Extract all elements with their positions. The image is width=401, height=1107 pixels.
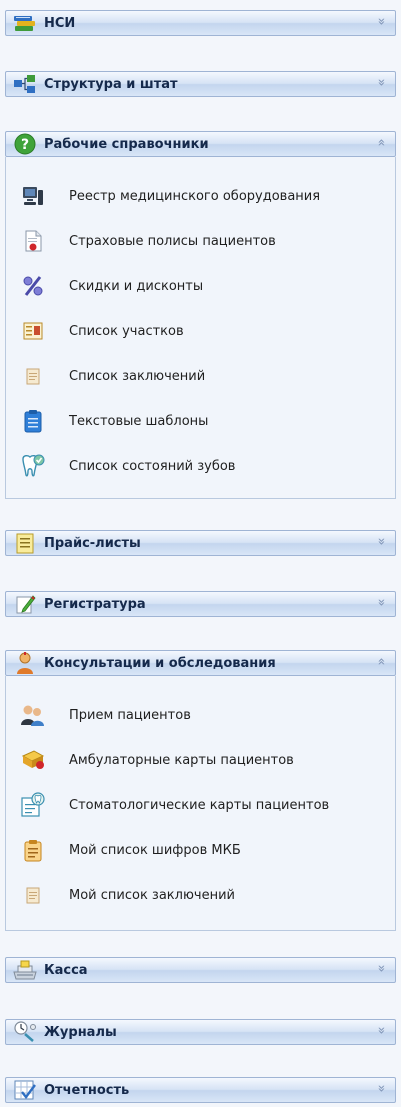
navigation-bar: НСИ » Структура и штат » ? Рабочие справ…: [0, 0, 401, 1107]
patient-card-icon: [20, 747, 46, 773]
insurance-document-icon: [20, 228, 46, 254]
group-title: Отчетность: [44, 1082, 130, 1098]
price-list-icon: [12, 532, 38, 554]
group-header-price-lists[interactable]: Прайс-листы »: [5, 530, 396, 556]
list-item-text-templates[interactable]: Текстовые шаблоны: [20, 406, 208, 436]
list-item-label: Мой список шифров МКБ: [69, 842, 241, 858]
group-title: Рабочие справочники: [44, 136, 209, 152]
list-item-medical-equipment[interactable]: Реестр медицинского оборудования: [20, 181, 320, 211]
list-item-teeth-states[interactable]: Список состояний зубов: [20, 451, 235, 481]
icd-codes-icon: [20, 837, 46, 863]
group-body: Реестр медицинского оборудования Страхов…: [5, 157, 396, 499]
list-item-outpatient-cards[interactable]: Амбулаторные карты пациентов: [20, 745, 294, 775]
group-title: Структура и штат: [44, 76, 178, 92]
computer-icon: [20, 183, 46, 209]
chevron-up-icon[interactable]: «: [374, 139, 389, 147]
journals-icon: [12, 1021, 38, 1043]
group-header-structure[interactable]: Структура и штат »: [5, 71, 396, 97]
list-item-icd-codes[interactable]: Мой список шифров МКБ: [20, 835, 241, 865]
list-item-patient-reception[interactable]: Прием пациентов: [20, 700, 191, 730]
patients-icon: [20, 702, 46, 728]
chevron-down-icon[interactable]: »: [374, 18, 389, 26]
group-title: Журналы: [44, 1024, 117, 1040]
tooth-icon: [20, 453, 46, 479]
conclusions-icon: [20, 363, 46, 389]
books-icon: [12, 12, 38, 34]
group-title: НСИ: [44, 15, 76, 31]
chevron-up-icon[interactable]: «: [374, 658, 389, 666]
group-title: Прайс-листы: [44, 535, 141, 551]
consultation-icon: [12, 652, 38, 674]
list-item-label: Список заключений: [69, 368, 206, 384]
group-header-journals[interactable]: Журналы »: [5, 1019, 396, 1045]
question-icon: ?: [12, 133, 38, 155]
list-item-insurance-policies[interactable]: Страховые полисы пациентов: [20, 226, 276, 256]
group-title: Касса: [44, 962, 88, 978]
svg-text:?: ?: [21, 137, 29, 153]
list-item-my-conclusions[interactable]: Мой список заключений: [20, 880, 235, 910]
group-header-reports[interactable]: Отчетность »: [5, 1077, 396, 1103]
group-header-cash-desk[interactable]: Касса »: [5, 957, 396, 983]
cash-register-icon: [12, 959, 38, 981]
group-header-work-directories[interactable]: ? Рабочие справочники «: [5, 131, 396, 157]
list-item-label: Стоматологические карты пациентов: [69, 797, 330, 813]
registry-pencil-icon: [12, 593, 38, 615]
list-item-discounts[interactable]: Скидки и дисконты: [20, 271, 203, 301]
list-item-label: Реестр медицинского оборудования: [69, 188, 321, 204]
group-header-nsi[interactable]: НСИ »: [5, 10, 396, 36]
list-item-label: Скидки и дисконты: [69, 278, 204, 294]
group-title: Консультации и обследования: [44, 655, 276, 671]
chevron-down-icon[interactable]: »: [374, 599, 389, 607]
sections-list-icon: [20, 318, 46, 344]
chevron-down-icon[interactable]: »: [374, 79, 389, 87]
group-header-registry[interactable]: Регистратура »: [5, 591, 396, 617]
group-header-consultations[interactable]: Консультации и обследования «: [5, 650, 396, 676]
group-title: Регистратура: [44, 596, 146, 612]
list-item-conclusions[interactable]: Список заключений: [20, 361, 205, 391]
chevron-down-icon[interactable]: »: [374, 1027, 389, 1035]
list-item-label: Прием пациентов: [69, 707, 191, 723]
list-item-label: Мой список заключений: [69, 887, 235, 903]
chevron-down-icon[interactable]: »: [374, 965, 389, 973]
list-item-label: Страховые полисы пациентов: [69, 233, 276, 249]
list-item-label: Амбулаторные карты пациентов: [69, 752, 294, 768]
dental-card-icon: [20, 792, 46, 818]
list-item-dental-cards[interactable]: Стоматологические карты пациентов: [20, 790, 329, 820]
list-item-sections[interactable]: Список участков: [20, 316, 184, 346]
report-icon: [12, 1079, 38, 1101]
chevron-down-icon[interactable]: »: [374, 538, 389, 546]
list-item-label: Текстовые шаблоны: [69, 413, 209, 429]
list-item-label: Список участков: [69, 323, 184, 339]
chevron-down-icon[interactable]: »: [374, 1085, 389, 1093]
conclusions-icon: [20, 882, 46, 908]
clipboard-icon: [20, 408, 46, 434]
org-structure-icon: [12, 73, 38, 95]
percent-icon: [20, 273, 46, 299]
list-item-label: Список состояний зубов: [69, 458, 236, 474]
group-body: Прием пациентов Амбулаторные карты пацие…: [5, 676, 396, 931]
